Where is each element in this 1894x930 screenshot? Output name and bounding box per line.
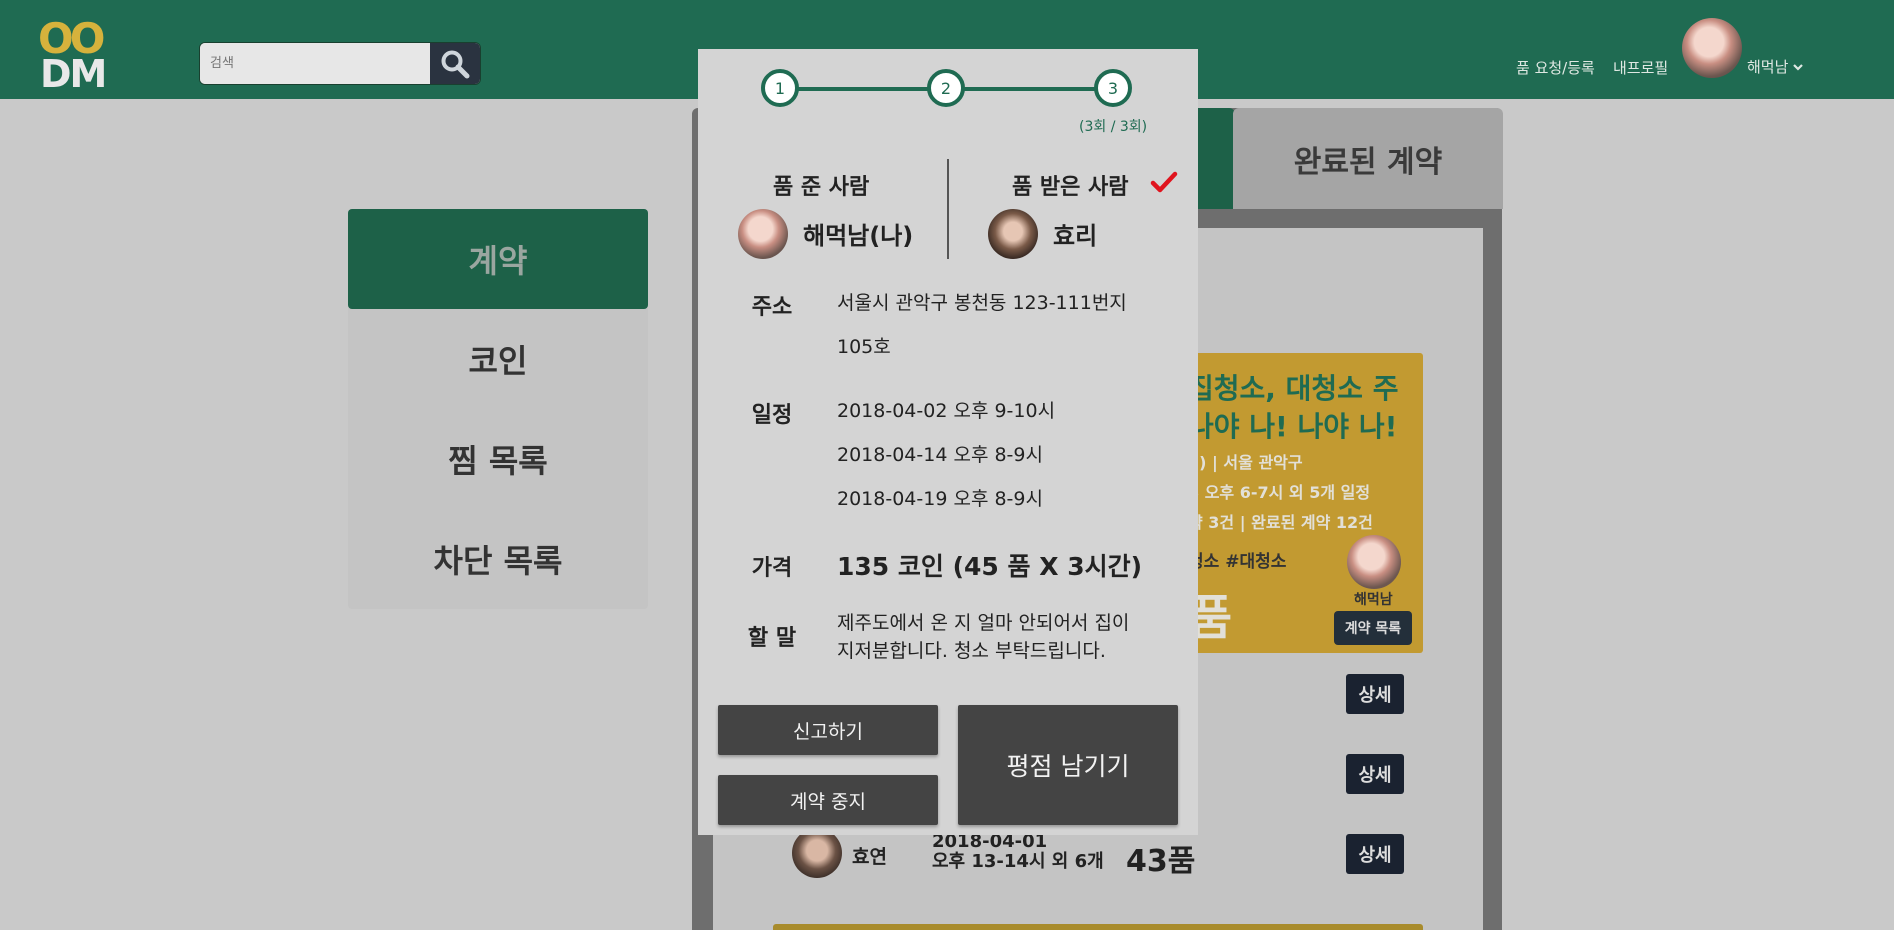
list-row-name: 효연: [852, 846, 887, 868]
price-label: 가격: [751, 556, 793, 581]
list-row-date: 2018-04-01 오후 13-14시 외 6개: [932, 832, 1104, 872]
contract-detail-modal: 1 2 3 (3회 / 3회) 품 준 사람 품 받은 사람 해먹남(나) 효리…: [698, 49, 1198, 835]
receiver-label: 품 받은 사람: [1012, 175, 1129, 200]
side-menu: 계약 코인 찜 목록 차단 목록: [348, 209, 648, 609]
giver-avatar: [738, 209, 788, 259]
stop-contract-button[interactable]: 계약 중지: [718, 775, 938, 825]
leave-rating-button[interactable]: 평점 남기기: [958, 705, 1178, 825]
sidebar-item-blocklist[interactable]: 차단 목록: [348, 509, 648, 609]
card-title-line1: 집청소, 대청소 주: [1188, 372, 1399, 405]
card-info-line3: 약 3건 | 완료된 계약 12건: [1188, 513, 1373, 532]
card-avatar: [1347, 535, 1401, 589]
list-row-date-line2: 오후 13-14시 외 6개: [932, 851, 1104, 872]
detail-button[interactable]: 상세: [1346, 834, 1404, 874]
giver-name: 해먹남(나): [803, 222, 914, 250]
user-avatar[interactable]: [1682, 18, 1742, 78]
address-label: 주소: [751, 295, 793, 320]
card-tags: 청소 #대청소: [1188, 552, 1287, 572]
schedule-item: 2018-04-02 오후 9-10시: [837, 400, 1056, 422]
address-line1: 서울시 관악구 봉천동 123-111번지: [837, 292, 1127, 314]
step-2: 2: [927, 69, 965, 107]
report-button[interactable]: 신고하기: [718, 705, 938, 755]
sidebar-item-coin[interactable]: 코인: [348, 309, 648, 409]
sidebar-item-contract[interactable]: 계약: [348, 209, 648, 309]
next-card-edge: [773, 924, 1423, 930]
message-line1: 제주도에서 온 지 얼마 안되어서 집이: [837, 612, 1130, 634]
list-row-avatar: [792, 828, 842, 878]
contract-card[interactable]: 집청소, 대청소 주 나야 나! 나야 나! 2) | 서울 관악구 8 오후 …: [1188, 353, 1423, 653]
search-input[interactable]: [200, 43, 431, 84]
giver-label: 품 준 사람: [773, 175, 870, 200]
username-label: 해먹남: [1747, 58, 1789, 76]
logo-bottom-text: DM: [40, 52, 107, 96]
step-count: (3회 / 3회): [1079, 119, 1148, 135]
price-value: 135 코인 (45 품 X 3시간): [837, 552, 1143, 581]
message-text: 제주도에서 온 지 얼마 안되어서 집이 지저분합니다. 청소 부탁드립니다.: [837, 609, 1177, 665]
schedule-item: 2018-04-19 오후 8-9시: [837, 488, 1043, 510]
list-row-price: 43품: [1126, 844, 1196, 879]
card-info-line1: 2) | 서울 관악구: [1188, 453, 1303, 472]
detail-button[interactable]: 상세: [1346, 754, 1404, 794]
tab-active[interactable]: [1195, 108, 1235, 209]
user-menu[interactable]: 해먹남: [1747, 56, 1804, 77]
card-title-line2: 나야 나! 나야 나!: [1188, 410, 1398, 443]
step-1: 1: [761, 69, 799, 107]
list-row-date-line1: 2018-04-01: [932, 831, 1048, 852]
sidebar-item-wishlist[interactable]: 찜 목록: [348, 409, 648, 509]
card-name: 해먹남: [1354, 592, 1393, 608]
search-icon: [441, 50, 470, 78]
search-box: [199, 42, 481, 85]
message-label: 할 말: [747, 626, 797, 651]
search-button[interactable]: [430, 43, 480, 84]
chevron-down-icon: [1793, 63, 1804, 71]
receiver-avatar: [988, 209, 1038, 259]
receiver-name: 효리: [1053, 222, 1098, 250]
logo[interactable]: OO DM: [38, 14, 120, 96]
detail-button[interactable]: 상세: [1346, 674, 1404, 714]
step-3: 3: [1094, 69, 1132, 107]
tab-completed-contracts[interactable]: 완료된 계약: [1233, 108, 1503, 209]
address-line2: 105호: [837, 336, 891, 358]
party-divider: [947, 159, 949, 259]
my-profile-link[interactable]: 내프로필: [1613, 57, 1668, 78]
contract-list-button[interactable]: 계약 목록: [1334, 611, 1412, 645]
card-info-line2: 8 오후 6-7시 외 5개 일정: [1188, 483, 1371, 502]
schedule-label: 일정: [751, 403, 793, 428]
schedule-item: 2018-04-14 오후 8-9시: [837, 444, 1043, 466]
request-register-link[interactable]: 품 요청/등록: [1516, 57, 1595, 78]
message-line2: 지저분합니다. 청소 부탁드립니다.: [837, 640, 1106, 662]
check-icon: [1150, 171, 1178, 193]
